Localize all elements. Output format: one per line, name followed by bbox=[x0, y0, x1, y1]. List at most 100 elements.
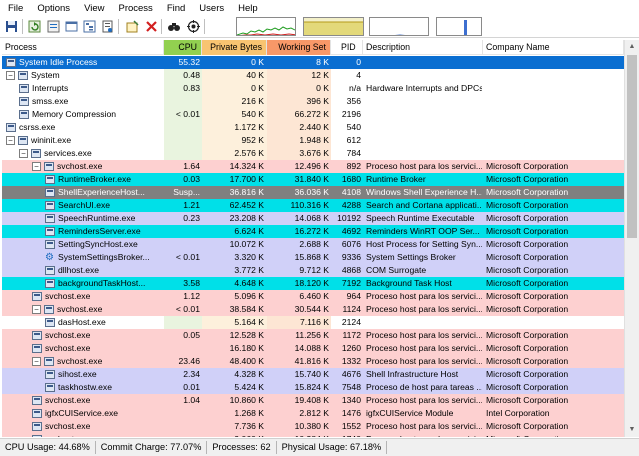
process-row[interactable]: − svchost.exe 1.64 14.324 K 12.496 K 892 Proce… bbox=[2, 160, 624, 173]
process-row[interactable]: svchost.exe 16.180 K 14.088 K 1260 Proceso h… bbox=[2, 342, 624, 355]
menu-find[interactable]: Find bbox=[167, 3, 185, 14]
process-row[interactable]: SettingSyncHost.exe 10.072 K 2.688 K 6076 Ho… bbox=[2, 238, 624, 251]
cpu-cell: 0.03 bbox=[183, 174, 200, 184]
process-row[interactable]: ShellExperienceHost... Susp... 36.816 K 36.… bbox=[2, 186, 624, 199]
company-cell: Microsoft Corporation bbox=[486, 174, 569, 184]
column-cpu[interactable]: CPU bbox=[164, 40, 202, 55]
menu-view[interactable]: View bbox=[84, 3, 104, 14]
pid-cell: 1172 bbox=[342, 330, 361, 340]
process-name: RuntimeBroker.exe bbox=[58, 174, 132, 184]
system-info-icon[interactable] bbox=[46, 19, 60, 33]
process-name: System Idle Process bbox=[19, 57, 98, 67]
private-bytes-cell: 23.208 K bbox=[229, 213, 264, 223]
window-icon[interactable] bbox=[64, 19, 78, 33]
menu-help[interactable]: Help bbox=[238, 3, 258, 14]
save-icon[interactable] bbox=[4, 19, 18, 33]
company-cell: Microsoft Corporation bbox=[486, 278, 569, 288]
scroll-up-icon[interactable]: ▲ bbox=[625, 40, 639, 54]
private-bytes-cell: 3.772 K bbox=[234, 265, 264, 275]
working-set-cell: 12.496 K bbox=[294, 161, 329, 171]
process-row[interactable]: sihost.exe 2.34 4.328 K 15.740 K 4676 Shell I… bbox=[2, 368, 624, 381]
process-row[interactable]: − svchost.exe < 0.01 38.584 K 30.544 K 1124 Pr… bbox=[2, 303, 624, 316]
process-row[interactable]: svchost.exe 1.12 5.096 K 6.460 K 964 Proceso … bbox=[2, 290, 624, 303]
properties-icon[interactable] bbox=[100, 19, 114, 33]
process-row[interactable]: RemindersServer.exe 6.624 K 16.272 K 4692 Re… bbox=[2, 225, 624, 238]
description-cell: Proceso host para los servici... bbox=[366, 421, 482, 431]
private-bytes-cell: 14.324 K bbox=[229, 161, 264, 171]
menu-file[interactable]: File bbox=[8, 3, 23, 14]
description-cell: Proceso host para los servici... bbox=[366, 395, 482, 405]
target-icon[interactable] bbox=[186, 19, 200, 33]
pid-cell: 1340 bbox=[341, 395, 361, 405]
pid-cell: 1332 bbox=[341, 356, 361, 366]
physical-memory-graph[interactable] bbox=[436, 17, 482, 36]
tree-icon[interactable] bbox=[82, 19, 96, 33]
description-cell bbox=[366, 121, 482, 134]
io-graph[interactable] bbox=[369, 17, 429, 36]
menu-users[interactable]: Users bbox=[199, 3, 224, 14]
scroll-down-icon[interactable]: ▼ bbox=[625, 423, 639, 437]
cpu-cell: 0.48 bbox=[183, 70, 200, 80]
process-row[interactable]: csrss.exe 1.172 K 2.440 K 540 bbox=[2, 121, 624, 134]
process-row[interactable]: dllhost.exe 3.772 K 9.712 K 4868 COM Surroga… bbox=[2, 264, 624, 277]
process-row[interactable]: System Idle Process 55.32 0 K 8 K 0 bbox=[2, 56, 624, 69]
process-row[interactable]: svchost.exe 0.05 12.528 K 11.256 K 1172 Proce… bbox=[2, 329, 624, 342]
scroll-thumb[interactable] bbox=[627, 55, 637, 238]
collapse-icon[interactable]: − bbox=[32, 305, 41, 314]
process-row[interactable]: − services.exe 2.576 K 3.676 K 784 bbox=[2, 147, 624, 160]
column-description[interactable]: Description bbox=[363, 40, 483, 55]
process-properties-icon[interactable] bbox=[125, 19, 139, 33]
pid-cell: 892 bbox=[346, 161, 361, 171]
process-icon bbox=[45, 175, 55, 184]
working-set-cell: 15.740 K bbox=[294, 369, 329, 379]
kill-process-icon[interactable] bbox=[144, 19, 158, 33]
process-icon bbox=[19, 110, 29, 119]
collapse-icon[interactable]: − bbox=[6, 136, 15, 145]
collapse-icon[interactable]: − bbox=[32, 357, 41, 366]
process-icon bbox=[44, 162, 54, 171]
collapse-icon[interactable]: − bbox=[32, 162, 41, 171]
toolbar-separator bbox=[118, 19, 119, 34]
find-icon[interactable] bbox=[167, 19, 181, 33]
column-company[interactable]: Company Name bbox=[483, 40, 624, 55]
process-icon bbox=[45, 279, 55, 288]
process-row[interactable]: SearchUI.exe 1.21 62.452 K 110.316 K 4288 Sea… bbox=[2, 199, 624, 212]
vertical-scrollbar[interactable]: ▲ ▼ bbox=[624, 40, 639, 437]
column-working-set[interactable]: Working Set bbox=[267, 40, 331, 55]
process-row[interactable]: − svchost.exe 23.46 48.400 K 41.816 K 1332 Pro… bbox=[2, 355, 624, 368]
process-row[interactable]: svchost.exe 9.060 K10.384 K1740 Proceso ho… bbox=[2, 433, 624, 437]
process-row[interactable]: taskhostw.exe 0.01 5.424 K 15.824 K 7548 Proc… bbox=[2, 381, 624, 394]
process-row[interactable]: ⚙ SystemSettingsBroker... < 0.01 3.320 K 15.… bbox=[2, 251, 624, 264]
process-row[interactable]: Interrupts 0.83 0 K 0 K n/a Hardware Interrup… bbox=[2, 82, 624, 95]
column-process[interactable]: Process bbox=[2, 40, 164, 55]
menu-process[interactable]: Process bbox=[118, 3, 152, 14]
refresh-icon[interactable] bbox=[27, 19, 41, 33]
process-row[interactable]: igfxCUIService.exe 1.268 K 2.812 K 1476 igfx… bbox=[2, 407, 624, 420]
menu-options[interactable]: Options bbox=[37, 3, 70, 14]
description-cell: Speech Runtime Executable bbox=[366, 213, 475, 223]
company-cell bbox=[486, 82, 622, 95]
working-set-cell: 19.408 K bbox=[294, 395, 329, 405]
process-row[interactable]: smss.exe 216 K 396 K 356 bbox=[2, 95, 624, 108]
process-row[interactable]: Memory Compression < 0.01 540 K 66.272 K 219… bbox=[2, 108, 624, 121]
cpu-cell: < 0.01 bbox=[175, 109, 200, 119]
process-row[interactable]: dasHost.exe 5.164 K 7.116 K 2124 bbox=[2, 316, 624, 329]
collapse-icon[interactable]: − bbox=[6, 71, 15, 80]
cpu-graph[interactable] bbox=[236, 17, 296, 36]
process-row[interactable]: backgroundTaskHost... 3.58 4.648 K 18.120 K… bbox=[2, 277, 624, 290]
process-row[interactable]: svchost.exe 1.04 10.860 K 19.408 K 1340 Proce… bbox=[2, 394, 624, 407]
process-row[interactable]: RuntimeBroker.exe 0.03 17.700 K 31.840 K 168… bbox=[2, 173, 624, 186]
process-name: sihost.exe bbox=[58, 369, 97, 379]
process-row[interactable]: − wininit.exe 952 K 1.948 K 612 bbox=[2, 134, 624, 147]
column-private-bytes[interactable]: Private Bytes bbox=[202, 40, 267, 55]
cpu-cell: 1.12 bbox=[183, 291, 200, 301]
column-pid[interactable]: PID bbox=[331, 40, 363, 55]
status-commit-charge: Commit Charge: 77.07% bbox=[96, 441, 208, 454]
process-row[interactable]: − System 0.48 40 K 12 K 4 bbox=[2, 69, 624, 82]
private-bytes-cell: 216 K bbox=[241, 96, 264, 106]
commit-graph[interactable] bbox=[303, 17, 364, 36]
process-row[interactable]: svchost.exe 7.736 K 10.380 K 1552 Proceso ho… bbox=[2, 420, 624, 433]
process-row[interactable]: SpeechRuntime.exe 0.23 23.208 K 14.068 K 101… bbox=[2, 212, 624, 225]
process-name: Interrupts bbox=[32, 83, 69, 93]
collapse-icon[interactable]: − bbox=[19, 149, 28, 158]
